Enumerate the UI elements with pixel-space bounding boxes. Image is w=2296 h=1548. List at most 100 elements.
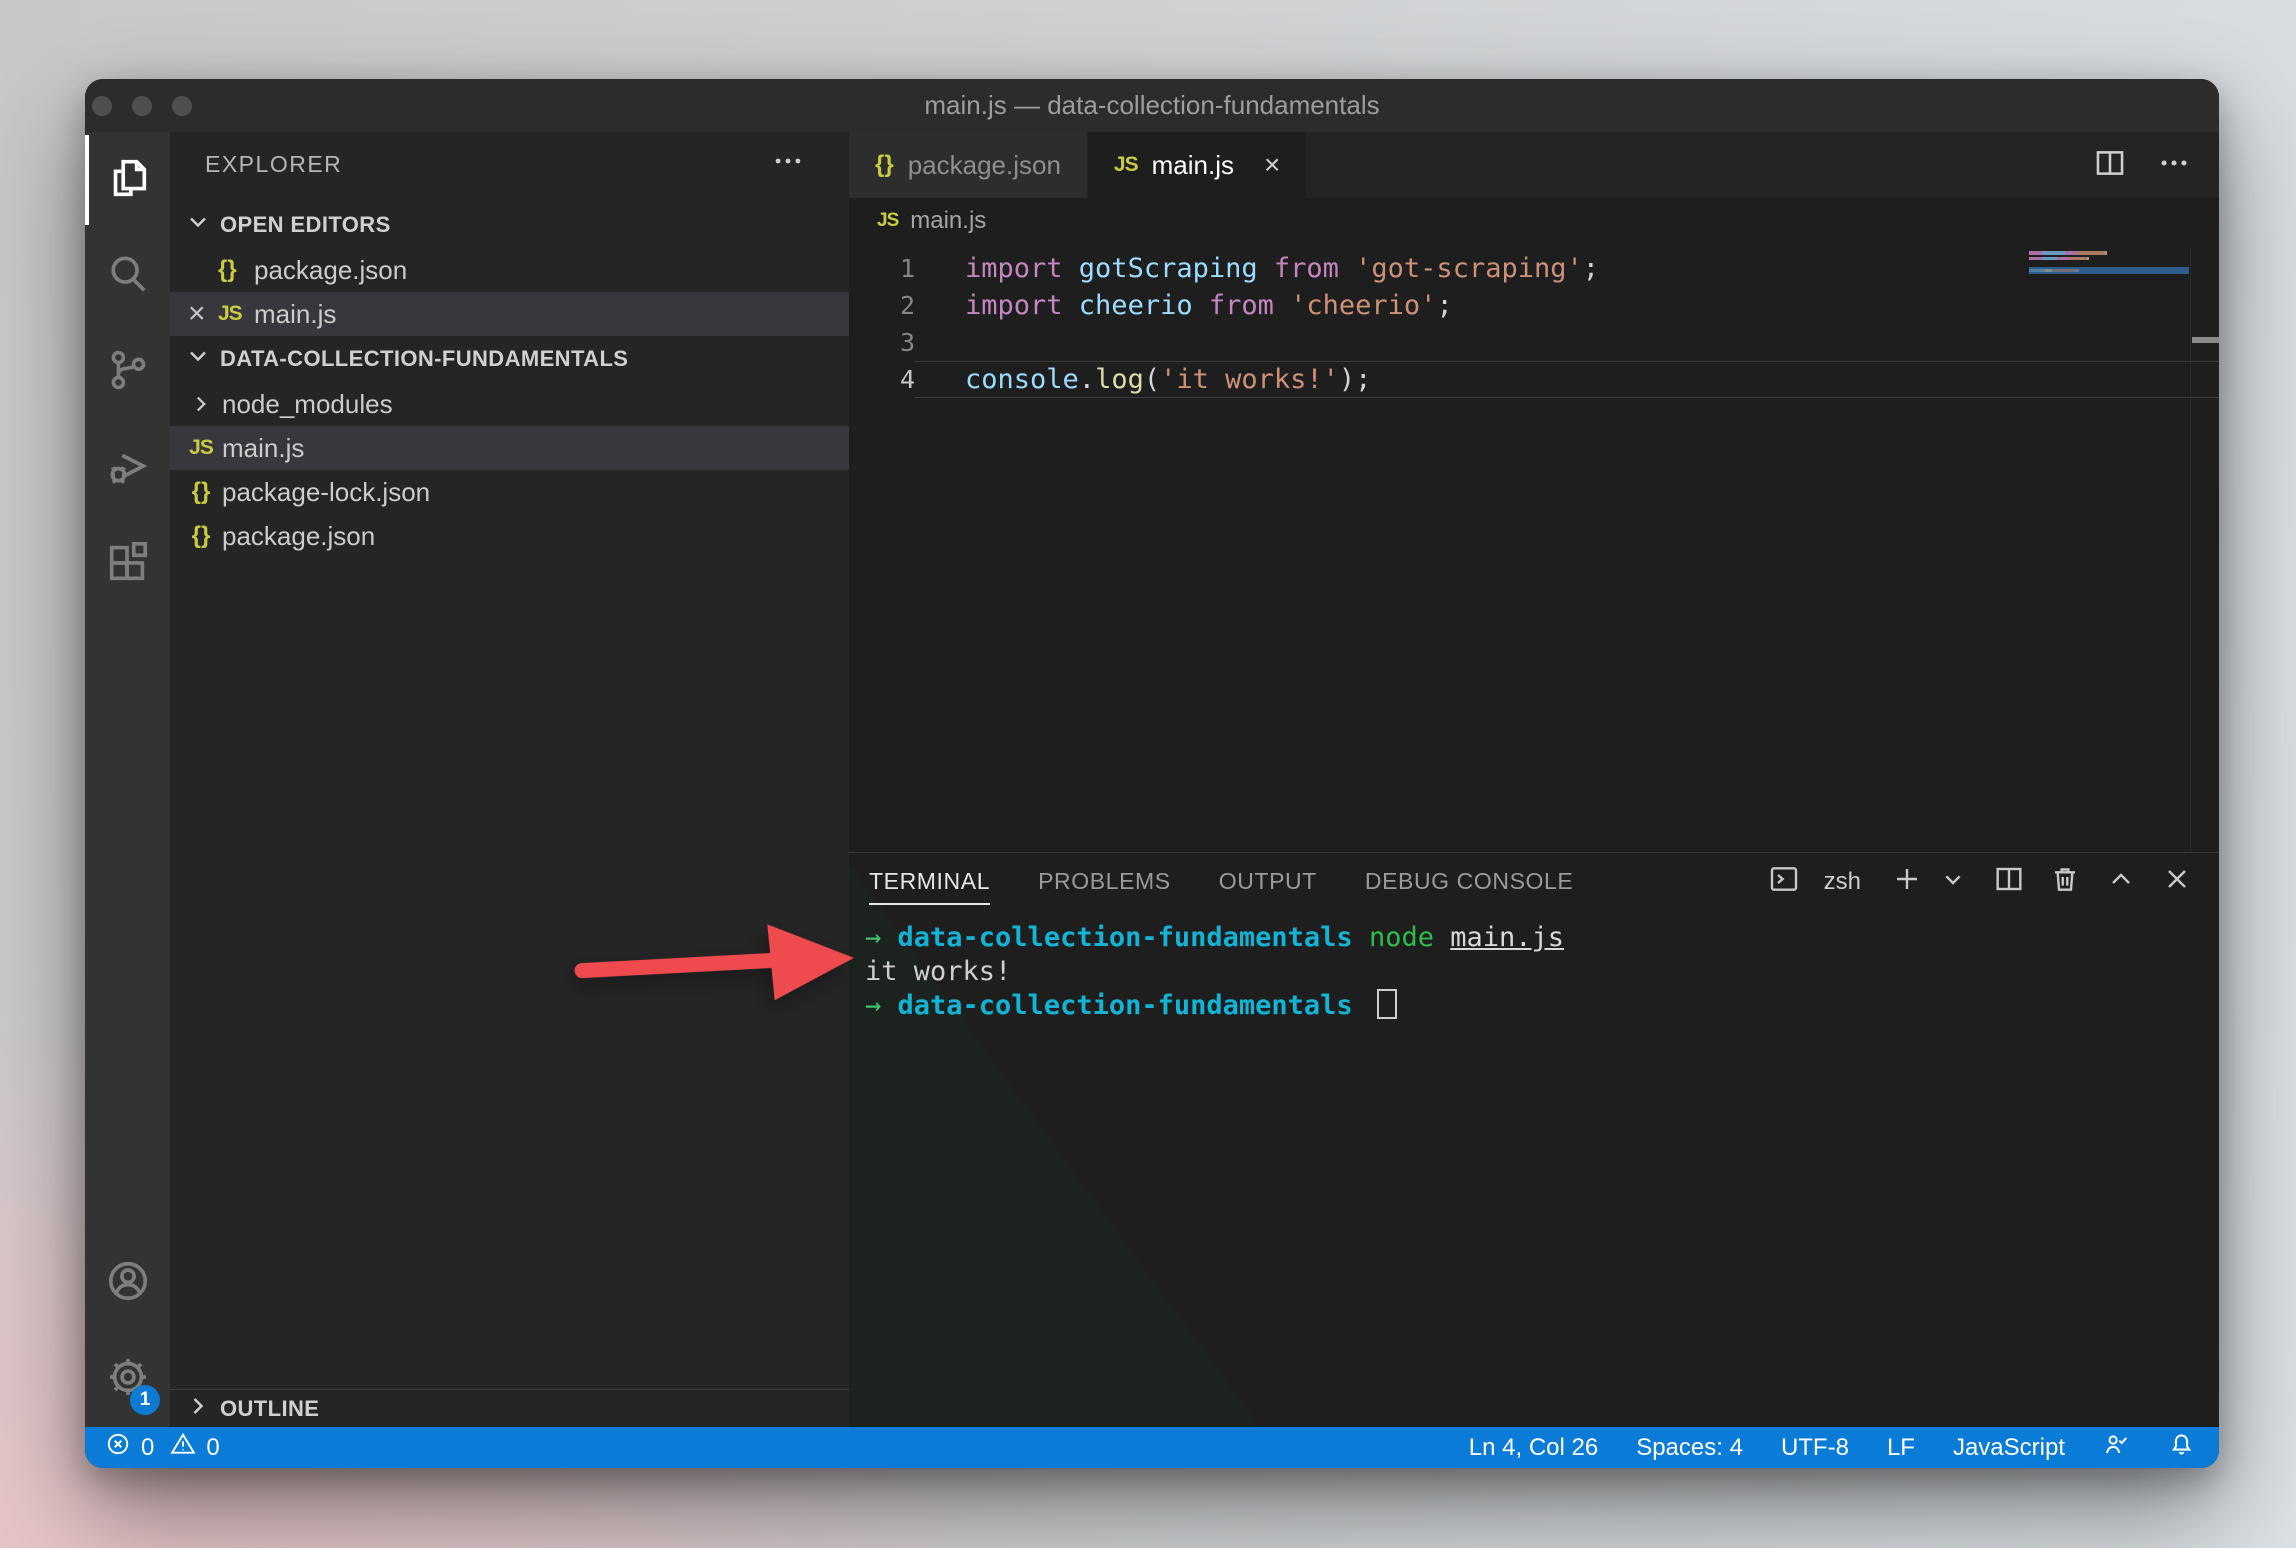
file-row[interactable]: node_modules bbox=[170, 382, 849, 426]
source-control-icon bbox=[105, 347, 151, 398]
status-bar: 0 0 Ln 4, Col 26 Spaces: 4 UTF-8 LF JavaScri… bbox=[85, 1427, 2219, 1468]
kill-terminal-icon[interactable] bbox=[2049, 863, 2081, 900]
vscode-window: main.js — data-collection-fundamentals bbox=[85, 79, 2219, 1468]
terminal-line: it works! bbox=[865, 955, 2219, 989]
js-file-icon: JS bbox=[218, 302, 242, 326]
extensions-icon bbox=[105, 539, 151, 590]
maximize-panel-icon[interactable] bbox=[2105, 863, 2137, 900]
open-editors-label: OPEN EDITORS bbox=[220, 212, 391, 238]
editor-scrollbar[interactable] bbox=[2190, 248, 2219, 852]
line-number: 2 bbox=[849, 291, 915, 320]
problems-status[interactable]: 0 0 bbox=[105, 1431, 220, 1464]
open-editor-row[interactable]: {}package.json bbox=[170, 248, 849, 292]
terminal-panel: TERMINALPROBLEMSOUTPUTDEBUG CONSOLE zsh … bbox=[849, 852, 2219, 1427]
files-icon bbox=[105, 155, 151, 206]
chevron-right-icon bbox=[184, 391, 218, 417]
feedback-icon[interactable] bbox=[2103, 1431, 2130, 1465]
panel-tab-terminal[interactable]: TERMINAL bbox=[869, 853, 990, 909]
activity-account[interactable] bbox=[85, 1235, 170, 1331]
status-item-utf-8[interactable]: UTF-8 bbox=[1781, 1434, 1849, 1462]
terminal-dropdown-icon[interactable] bbox=[1937, 863, 1969, 900]
split-terminal-icon[interactable] bbox=[1993, 863, 2025, 900]
more-actions-icon[interactable] bbox=[2157, 146, 2191, 185]
close-panel-icon[interactable] bbox=[2161, 863, 2193, 900]
status-item-spaces[interactable]: Spaces: 4 bbox=[1636, 1434, 1743, 1462]
code-line[interactable]: 3 bbox=[849, 324, 2219, 361]
shell-label[interactable]: zsh bbox=[1824, 868, 1861, 896]
code-line[interactable]: 4console.log('it works!'); bbox=[849, 361, 2219, 398]
editor-tab-package.json[interactable]: {}package.json bbox=[849, 132, 1088, 198]
json-file-icon: {} bbox=[184, 478, 218, 506]
outline-label: OUTLINE bbox=[220, 1396, 319, 1422]
breadcrumb[interactable]: JS main.js bbox=[849, 198, 2219, 244]
panel-tab-debug-console[interactable]: DEBUG CONSOLE bbox=[1365, 853, 1573, 909]
split-editor-icon[interactable] bbox=[2093, 146, 2127, 185]
terminal-output[interactable]: → data-collection-fundamentals node main… bbox=[849, 909, 2219, 1023]
bell-icon[interactable] bbox=[2168, 1431, 2195, 1465]
activity-settings[interactable]: 1 bbox=[85, 1331, 170, 1427]
file-row[interactable]: {}package.json bbox=[170, 514, 849, 558]
js-file-icon: JS bbox=[1114, 153, 1138, 177]
close-window-button[interactable] bbox=[92, 96, 112, 116]
status-item-javascript[interactable]: JavaScript bbox=[1953, 1434, 2065, 1462]
file-row[interactable]: {}package-lock.json bbox=[170, 470, 849, 514]
code-text: console.log('it works!'); bbox=[915, 361, 2219, 398]
activity-search[interactable] bbox=[85, 228, 170, 324]
status-item-ln[interactable]: Ln 4, Col 26 bbox=[1469, 1434, 1598, 1462]
editor-tab-main.js[interactable]: JSmain.js× bbox=[1088, 132, 1306, 198]
editor-actions bbox=[2093, 132, 2219, 198]
sidebar-header: EXPLORER bbox=[170, 132, 849, 196]
chevron-down-icon bbox=[184, 342, 212, 376]
terminal-line: → data-collection-fundamentals node main… bbox=[865, 921, 2219, 955]
status-item-lf[interactable]: LF bbox=[1887, 1434, 1915, 1462]
editor-group: {}package.jsonJSmain.js× JS main.js 1imp… bbox=[849, 132, 2219, 1427]
panel-tab-output[interactable]: OUTPUT bbox=[1219, 853, 1317, 909]
js-file-icon: JS bbox=[877, 210, 898, 232]
account-icon bbox=[105, 1258, 151, 1309]
code-text bbox=[915, 324, 2219, 361]
panel-actions: zsh bbox=[1768, 863, 2193, 900]
workspace-folder-label: DATA-COLLECTION-FUNDAMENTALS bbox=[220, 346, 628, 372]
json-file-icon: {} bbox=[184, 522, 218, 550]
line-number: 4 bbox=[849, 365, 915, 394]
minimap[interactable] bbox=[2029, 250, 2189, 274]
activity-source-control[interactable] bbox=[85, 324, 170, 420]
terminal-icon bbox=[1768, 863, 1800, 900]
activity-extensions[interactable] bbox=[85, 516, 170, 612]
run-debug-icon bbox=[105, 443, 151, 494]
activity-run-debug[interactable] bbox=[85, 420, 170, 516]
new-terminal-icon[interactable] bbox=[1891, 863, 1923, 900]
js-file-icon: JS bbox=[184, 436, 218, 460]
cursor-position-marker bbox=[2192, 337, 2219, 343]
title-bar: main.js — data-collection-fundamentals bbox=[85, 79, 2219, 132]
settings-badge: 1 bbox=[130, 1385, 160, 1415]
json-file-icon: {} bbox=[875, 151, 894, 179]
terminal-line: → data-collection-fundamentals bbox=[865, 989, 2219, 1023]
code-editor[interactable]: 1import gotScraping from 'got-scraping';… bbox=[849, 244, 2219, 852]
editor-tab-bar: {}package.jsonJSmain.js× bbox=[849, 132, 2219, 198]
explorer-sidebar: EXPLORER OPEN EDITORS {}package.json × JSm… bbox=[170, 132, 849, 1427]
workspace-section-header[interactable]: DATA-COLLECTION-FUNDAMENTALS bbox=[170, 336, 849, 382]
explorer-more-actions-icon[interactable] bbox=[771, 144, 805, 184]
file-row[interactable]: JSmain.js bbox=[170, 426, 849, 470]
chevron-right-icon bbox=[184, 1392, 212, 1426]
open-editor-row[interactable]: ×JSmain.js bbox=[170, 292, 849, 336]
close-editor-icon[interactable]: × bbox=[188, 299, 206, 329]
window-title: main.js — data-collection-fundamentals bbox=[924, 90, 1379, 121]
panel-tab-problems[interactable]: PROBLEMS bbox=[1038, 853, 1171, 909]
zoom-window-button[interactable] bbox=[172, 96, 192, 116]
open-editors-list: {}package.json×JSmain.js bbox=[170, 248, 849, 336]
outline-section-header[interactable]: OUTLINE bbox=[170, 1389, 849, 1427]
activity-explorer[interactable] bbox=[85, 132, 170, 228]
open-editors-section-header[interactable]: OPEN EDITORS bbox=[170, 202, 849, 248]
sidebar-title: EXPLORER bbox=[205, 151, 342, 178]
activity-bar: 1 bbox=[85, 132, 170, 1427]
close-tab-icon[interactable]: × bbox=[1264, 151, 1280, 179]
warning-count: 0 bbox=[206, 1434, 219, 1462]
line-number: 3 bbox=[849, 328, 915, 357]
breadcrumb-file: main.js bbox=[910, 207, 986, 235]
minimap-line bbox=[2029, 267, 2189, 274]
code-line[interactable]: 1import gotScraping from 'got-scraping'; bbox=[849, 250, 2219, 287]
code-line[interactable]: 2import cheerio from 'cheerio'; bbox=[849, 287, 2219, 324]
minimize-window-button[interactable] bbox=[132, 96, 152, 116]
